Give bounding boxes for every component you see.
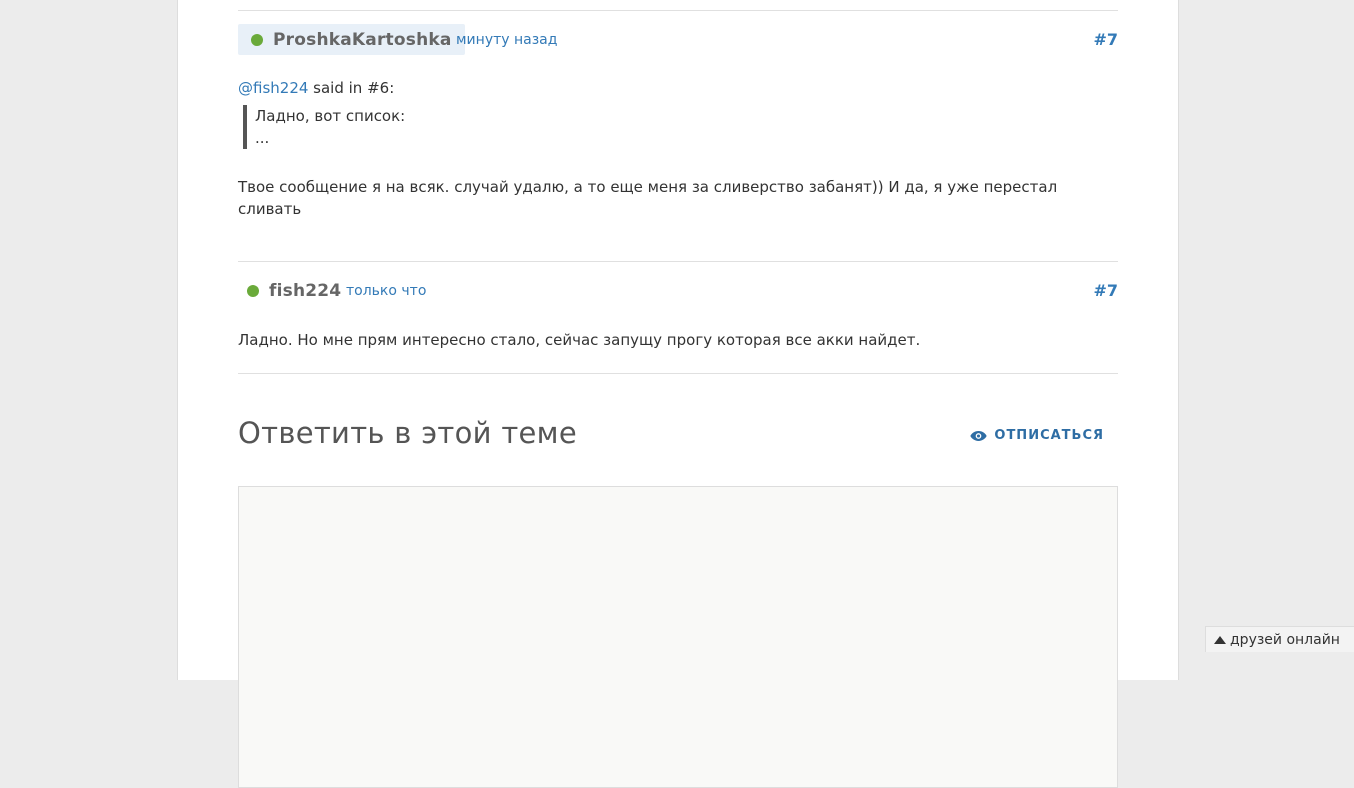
post-text: Твое сообщение я на всяк. случай удалю, … — [238, 178, 1058, 218]
online-status-icon — [247, 284, 259, 297]
post-number-link[interactable]: #7 — [1093, 30, 1118, 49]
author-chip[interactable]: ProshkaKartoshka — [238, 24, 465, 55]
quote-line: ... — [255, 129, 270, 147]
quote-attribution: @fish224 said in #6: — [238, 77, 1118, 99]
mention-link[interactable]: @fish224 — [238, 79, 308, 97]
divider — [238, 373, 1118, 374]
post-timestamp[interactable]: минуту назад — [456, 32, 557, 48]
divider — [238, 261, 1118, 262]
post-header: fish224 только что #7 — [238, 275, 1118, 307]
unsubscribe-label: ОТПИСАТЬСЯ — [994, 428, 1104, 443]
author-chip[interactable]: fish224 — [238, 275, 354, 306]
post-number-link[interactable]: #7 — [1093, 281, 1118, 300]
reply-heading: Ответить в этой теме — [238, 416, 577, 450]
reply-editor[interactable] — [238, 486, 1118, 788]
author-name[interactable]: ProshkaKartoshka — [273, 30, 452, 50]
said-in-text: said in #6: — [308, 79, 395, 97]
friends-online-toggle[interactable]: друзей онлайн — [1205, 626, 1354, 652]
online-status-icon — [251, 33, 263, 46]
post-text: Ладно. Но мне прям интересно стало, сейч… — [238, 331, 921, 349]
page-container: ProshkaKartoshka минуту назад #7 @fish22… — [177, 0, 1179, 788]
post-body: Ладно. Но мне прям интересно стало, сейч… — [238, 329, 1118, 351]
post-header: ProshkaKartoshka минуту назад #7 — [238, 24, 1118, 56]
post-body: @fish224 said in #6: Ладно, вот список: … — [238, 77, 1118, 220]
blockquote: Ладно, вот список: ... — [243, 105, 1118, 149]
friends-online-label: друзей онлайн — [1230, 631, 1340, 648]
divider — [238, 10, 1118, 11]
eye-icon — [970, 430, 988, 441]
post-timestamp[interactable]: только что — [346, 283, 426, 299]
unsubscribe-button[interactable]: ОТПИСАТЬСЯ — [970, 428, 1104, 443]
triangle-up-icon — [1214, 635, 1226, 644]
quote-line: Ладно, вот список: — [255, 107, 406, 125]
author-name[interactable]: fish224 — [269, 281, 341, 301]
